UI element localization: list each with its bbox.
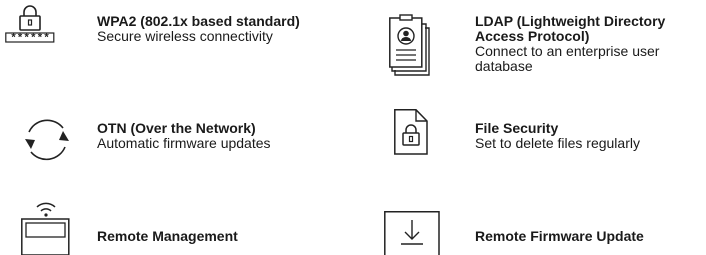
feature-title: File Security [475, 120, 559, 136]
feature-description: Set to delete files regularly [475, 135, 640, 151]
user-directory-icon [389, 14, 433, 78]
wpa2-text: WPA2 (802.1x based standard) Secure wire… [97, 14, 357, 44]
download-box-icon [384, 211, 440, 255]
remote-device-icon [21, 198, 71, 255]
ldap-text: LDAP (Lightweight Directory Access Proto… [475, 14, 706, 74]
feature-title: LDAP (Lightweight Directory Access Proto… [475, 13, 666, 44]
file-security-text: File Security Set to delete files regula… [475, 121, 706, 151]
remote-firmware-update-text: Remote Firmware Update [475, 229, 706, 244]
locked-file-icon [394, 109, 428, 155]
feature-description: Connect to an enterprise user database [475, 43, 660, 74]
remote-management-text: Remote Management [97, 229, 357, 244]
feature-description: Automatic firmware updates [97, 135, 271, 151]
password-mask: ****** [10, 33, 50, 45]
wireless-lock-password-icon: ****** [5, 5, 55, 45]
feature-title: Remote Firmware Update [475, 228, 644, 244]
feature-title: OTN (Over the Network) [97, 120, 256, 136]
feature-description: Secure wireless connectivity [97, 28, 273, 44]
refresh-cycle-icon [19, 115, 75, 165]
otn-text: OTN (Over the Network) Automatic firmwar… [97, 121, 357, 151]
feature-title: Remote Management [97, 228, 238, 244]
feature-title: WPA2 (802.1x based standard) [97, 13, 300, 29]
